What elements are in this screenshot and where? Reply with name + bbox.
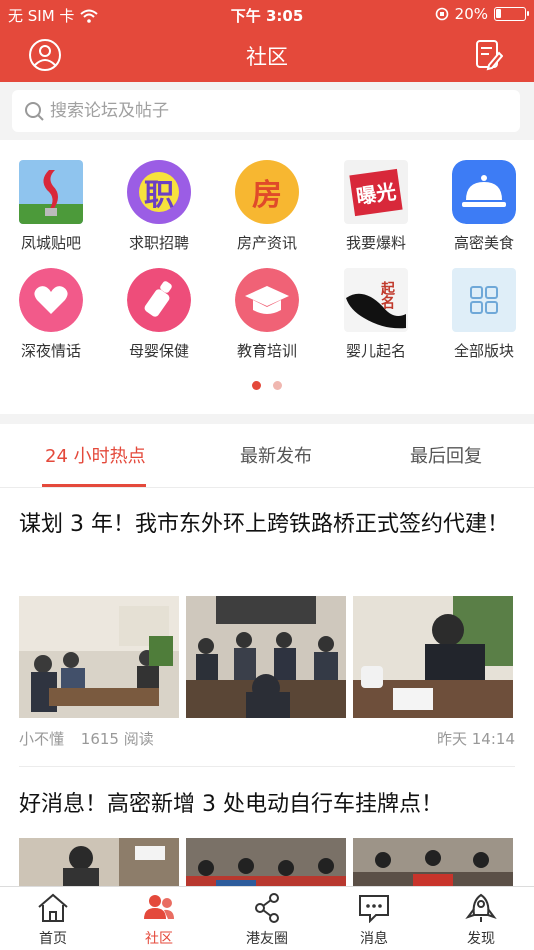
house-icon: 房 xyxy=(235,160,299,224)
search-input[interactable] xyxy=(50,101,470,121)
post-images xyxy=(19,596,513,718)
tab-label: 消息 xyxy=(360,931,388,947)
post-image[interactable] xyxy=(19,596,179,718)
category-label: 教育培训 xyxy=(236,342,297,360)
post-author[interactable]: 小不懂 xyxy=(19,730,64,748)
category-all[interactable]: 全部版块 xyxy=(434,268,534,361)
expose-thumbnail: 曝光 xyxy=(344,160,408,224)
category-label: 房产资讯 xyxy=(236,234,297,252)
edit-note-icon xyxy=(476,40,503,71)
post-time: 昨天 14:14 xyxy=(437,730,515,748)
rocket-icon xyxy=(465,893,497,922)
tab-label: 港友圈 xyxy=(246,931,288,947)
category-label: 凤城贴吧 xyxy=(20,234,81,252)
tab-label: 社区 xyxy=(145,931,173,947)
page-indicator xyxy=(252,381,282,390)
category-jobs[interactable]: 职 求职招聘 xyxy=(109,160,209,253)
community-page: 无 SIM 卡 下午 3:05 20% 社区 搜索论坛及帖子 凤城贴吧 职 求职… xyxy=(0,0,534,950)
home-icon xyxy=(38,893,68,922)
active-tab-indicator xyxy=(42,484,146,487)
category-food[interactable]: 高密美食 xyxy=(434,160,534,253)
search-box[interactable] xyxy=(12,90,520,132)
post-title[interactable]: 好消息！高密新增 3 处电动自行车挂牌点！ xyxy=(19,786,515,824)
tab-last-reply[interactable]: 最后回复 xyxy=(410,442,482,468)
search-area xyxy=(0,82,534,140)
baby-bottle-icon xyxy=(127,268,191,332)
category-label: 婴儿起名 xyxy=(345,342,406,360)
tab-24h-hot[interactable]: 24 小时热点 xyxy=(45,442,146,468)
status-bar: 无 SIM 卡 下午 3:05 20% xyxy=(0,0,534,28)
heart-chat-icon xyxy=(19,268,83,332)
category-label: 母婴保健 xyxy=(128,342,189,360)
tabbar-friends-circle[interactable]: 港友圈 xyxy=(227,893,307,948)
tabbar-home[interactable]: 首页 xyxy=(13,893,93,948)
category-label: 高密美食 xyxy=(453,234,514,252)
page-dot[interactable] xyxy=(273,381,282,390)
tabbar-community[interactable]: 社区 xyxy=(119,893,199,948)
grid-icon xyxy=(452,268,516,332)
tabbar-discover[interactable]: 发现 xyxy=(441,893,521,948)
community-icon xyxy=(144,895,174,919)
bottom-tab-bar: 首页 社区 港友圈 消息 发现 xyxy=(0,886,534,950)
post-meta: 小不懂 1615 阅读 昨天 14:14 xyxy=(19,728,515,749)
page-title: 社区 xyxy=(246,45,288,69)
search-icon xyxy=(25,102,44,121)
post-read-count: 1615 阅读 xyxy=(80,730,154,748)
post-title[interactable]: 谋划 3 年！我市东外环上跨铁路桥正式签约代建！ xyxy=(19,506,515,544)
job-icon: 职 xyxy=(127,160,191,224)
compose-post-button[interactable] xyxy=(470,37,508,73)
category-grid: 凤城贴吧 职 求职招聘 房 房产资讯 曝光 我要爆料 高密美食 深夜情话 母婴保… xyxy=(0,140,534,414)
category-label: 深夜情话 xyxy=(20,342,81,360)
calligraphy-thumbnail: 起名 xyxy=(344,268,408,332)
feed-tabs: 24 小时热点 最新发布 最后回复 xyxy=(0,424,534,488)
category-latenight[interactable]: 深夜情话 xyxy=(1,268,101,361)
graduation-cap-icon xyxy=(235,268,299,332)
category-maternity[interactable]: 母婴保健 xyxy=(109,268,209,361)
category-label: 全部版块 xyxy=(453,342,514,360)
battery-percent: 20% xyxy=(454,5,488,23)
category-realestate[interactable]: 房 房产资讯 xyxy=(217,160,317,253)
section-divider xyxy=(0,414,534,424)
tabbar-messages[interactable]: 消息 xyxy=(334,893,414,948)
navigation-bar: 社区 xyxy=(0,28,534,82)
orientation-lock-icon xyxy=(435,7,448,21)
tab-label: 发现 xyxy=(467,931,495,947)
food-cloche-icon xyxy=(452,160,516,224)
category-expose[interactable]: 曝光 我要爆料 xyxy=(326,160,426,253)
tab-label: 首页 xyxy=(39,931,67,947)
category-label: 求职招聘 xyxy=(128,234,189,252)
category-babynames[interactable]: 起名 婴儿起名 xyxy=(326,268,426,361)
monument-thumbnail xyxy=(19,160,83,224)
post-image[interactable] xyxy=(353,596,513,718)
category-education[interactable]: 教育培训 xyxy=(217,268,317,361)
share-circle-icon xyxy=(255,893,279,923)
post-separator xyxy=(19,766,515,767)
message-icon xyxy=(359,895,389,924)
page-dot-active[interactable] xyxy=(252,381,261,390)
category-label: 我要爆料 xyxy=(345,234,406,252)
tab-latest[interactable]: 最新发布 xyxy=(240,442,312,468)
category-fengcheng[interactable]: 凤城贴吧 xyxy=(1,160,101,253)
post-image[interactable] xyxy=(186,596,346,718)
battery-icon xyxy=(494,7,529,21)
